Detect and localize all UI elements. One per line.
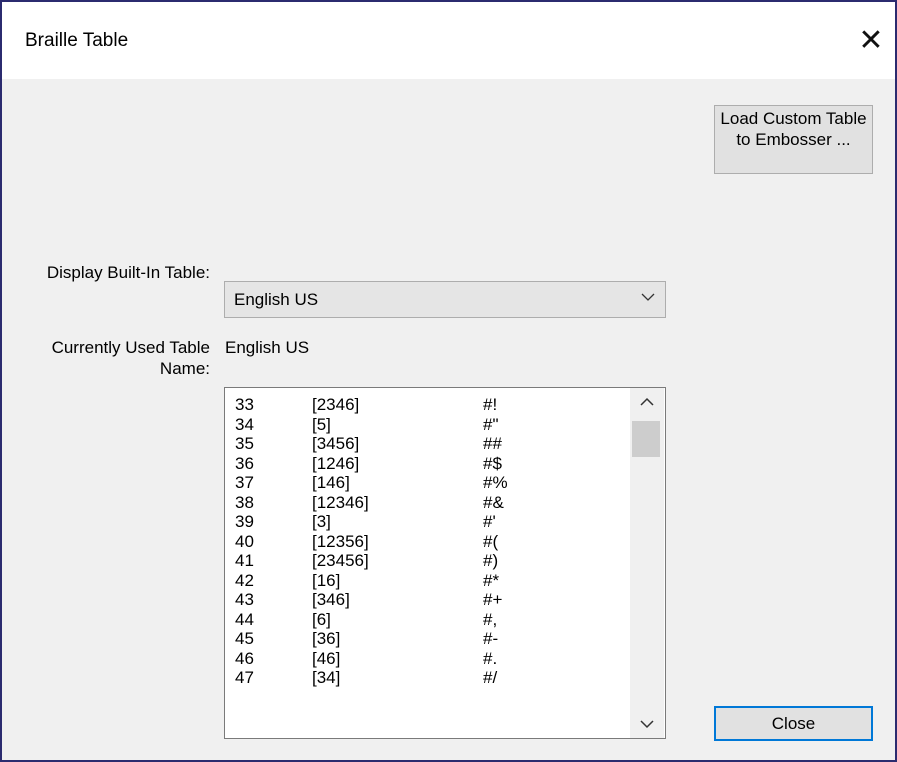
scrollbar-thumb[interactable] <box>632 421 660 457</box>
list-item-code: 39 <box>235 512 254 531</box>
list-item-code: 38 <box>235 492 254 512</box>
list-item-dots: [12356] <box>312 531 369 551</box>
close-button[interactable]: Close <box>714 706 873 741</box>
list-item-code: 45 <box>235 629 254 648</box>
list-item-chars: #+ <box>483 590 503 609</box>
list-item[interactable]: 47 [34] #/ <box>235 668 625 688</box>
list-item[interactable]: 46 [46] #. <box>235 649 625 669</box>
builtin-table-dropdown[interactable]: English US <box>224 281 666 318</box>
list-item-dots: [3456] <box>312 434 360 453</box>
braille-table-listbox[interactable]: 33 [2346] #! 34 [5] #" 35 [3456] ## 36 [1246] #$ 37 [… <box>224 387 666 739</box>
list-item-chars: #) <box>483 551 499 570</box>
list-item[interactable]: 35 [3456] ## <box>235 434 625 454</box>
list-item-dots: [36] <box>312 629 341 648</box>
list-item[interactable]: 37 [146] #% <box>235 473 625 493</box>
list-item-chars: #% <box>483 473 508 492</box>
list-item-dots: [34] <box>312 668 341 687</box>
list-item-chars: #- <box>483 629 499 648</box>
list-item-chars: #" <box>483 414 499 434</box>
list-item-dots: [5] <box>312 414 331 434</box>
current-table-label: Currently Used Table Name: <box>51 338 210 378</box>
list-item-chars: #' <box>483 512 496 531</box>
list-item-code: 44 <box>235 609 254 629</box>
list-item-code: 46 <box>235 648 254 668</box>
list-item[interactable]: 40 [12356] #( <box>235 532 625 552</box>
builtin-table-selected-value: English US <box>234 290 319 309</box>
list-item-dots: [1246] <box>312 453 360 473</box>
list-item[interactable]: 45 [36] #- <box>235 629 625 649</box>
list-item-code: 37 <box>235 473 254 492</box>
list-item[interactable]: 38 [12346] #& <box>235 493 625 513</box>
braille-table-dialog: Braille Table ✕ Load Custom Table to Emb… <box>0 0 897 762</box>
list-item-chars: #& <box>483 492 504 512</box>
scroll-up-arrow-icon[interactable] <box>630 391 664 413</box>
load-custom-table-button[interactable]: Load Custom Table to Embosser ... <box>714 105 873 174</box>
list-item-code: 33 <box>235 395 254 414</box>
list-item-dots: [46] <box>312 648 341 668</box>
list-item-dots: [346] <box>312 590 350 609</box>
list-item[interactable]: 33 [2346] #! <box>235 395 625 415</box>
list-item-dots: [146] <box>312 473 350 492</box>
current-table-value: English US <box>225 338 310 357</box>
list-item[interactable]: 39 [3] #' <box>235 512 625 532</box>
list-item-dots: [6] <box>312 609 331 629</box>
list-item-code: 35 <box>235 434 254 453</box>
list-item-code: 43 <box>235 590 254 609</box>
list-item[interactable]: 36 [1246] #$ <box>235 454 625 474</box>
list-item-chars: #$ <box>483 453 502 473</box>
list-item-code: 36 <box>235 453 254 473</box>
list-item-chars: #, <box>483 609 498 629</box>
list-item[interactable]: 42 [16] #* <box>235 571 625 591</box>
list-item[interactable]: 43 [346] #+ <box>235 590 625 610</box>
list-item-chars: ## <box>483 434 502 453</box>
list-item-dots: [2346] <box>312 395 360 414</box>
chevron-down-icon <box>641 293 655 301</box>
list-item-dots: [23456] <box>312 551 369 570</box>
list-item-chars: #* <box>483 570 500 590</box>
list-item-chars: #. <box>483 648 498 668</box>
vertical-scrollbar[interactable] <box>630 388 664 738</box>
window-title: Braille Table <box>25 30 129 51</box>
list-item-dots: [16] <box>312 570 341 590</box>
list-item[interactable]: 44 [6] #, <box>235 610 625 630</box>
list-item-code: 47 <box>235 668 254 687</box>
list-item-chars: #/ <box>483 668 498 687</box>
list-item-code: 40 <box>235 531 254 551</box>
list-item-chars: #( <box>483 531 499 551</box>
close-icon[interactable]: ✕ <box>848 18 894 62</box>
list-item-code: 42 <box>235 570 254 590</box>
list-item-chars: #! <box>483 395 498 414</box>
list-item-dots: [3] <box>312 512 331 531</box>
braille-table-rows: 33 [2346] #! 34 [5] #" 35 [3456] ## 36 [1246] #$ 37 [… <box>235 395 625 688</box>
list-item-code: 34 <box>235 414 254 434</box>
title-bar: Braille Table ✕ <box>2 2 895 79</box>
scroll-down-arrow-icon[interactable] <box>630 713 664 735</box>
list-item[interactable]: 41 [23456] #) <box>235 551 625 571</box>
list-item-code: 41 <box>235 551 254 570</box>
display-builtin-table-label: Display Built-In Table: <box>46 263 210 282</box>
list-item-dots: [12346] <box>312 492 369 512</box>
list-item[interactable]: 34 [5] #" <box>235 415 625 435</box>
